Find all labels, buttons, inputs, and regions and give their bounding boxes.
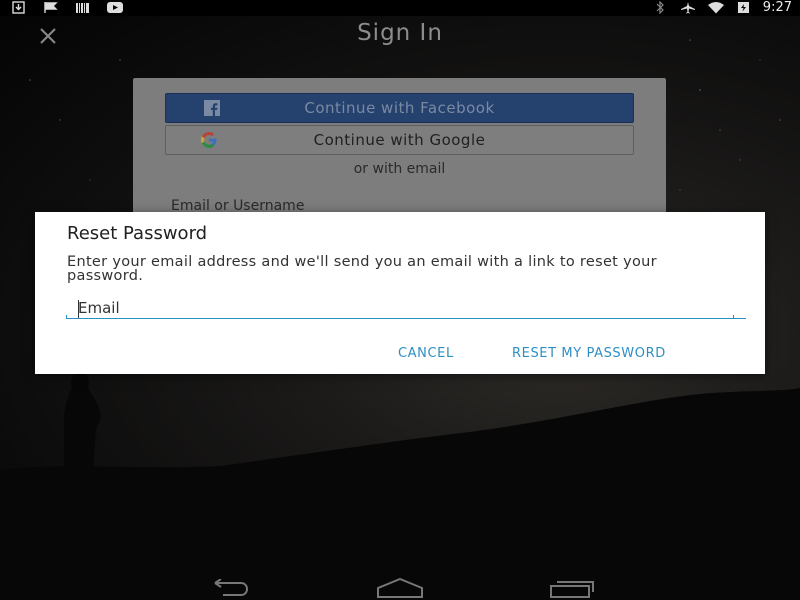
cancel-button[interactable]: CANCEL [398, 346, 454, 361]
input-underline-left-tick [66, 315, 67, 319]
input-underline-right-tick [733, 315, 734, 319]
reset-password-dialog: Reset Password Enter your email address … [35, 212, 765, 374]
email-input[interactable] [66, 298, 746, 319]
battery-icon [737, 2, 749, 13]
continue-facebook-label: Continue with Facebook [304, 99, 495, 117]
home-icon[interactable] [376, 578, 424, 598]
text-cursor [78, 300, 79, 318]
barcode-icon [76, 3, 89, 13]
status-time: 9:27 [762, 0, 792, 15]
navigation-bar [0, 568, 800, 600]
wifi-icon [707, 2, 724, 14]
continue-google-label: Continue with Google [313, 131, 486, 149]
bluetooth-icon [656, 1, 664, 14]
dialog-title: Reset Password [67, 223, 208, 244]
recents-icon[interactable] [549, 578, 597, 598]
reset-my-password-button[interactable]: RESET MY PASSWORD [512, 346, 666, 361]
download-icon [12, 1, 25, 14]
continue-facebook-button[interactable]: Continue with Facebook [165, 93, 634, 123]
dialog-message: Enter your email address and we'll send … [67, 254, 657, 284]
back-icon[interactable] [205, 579, 253, 597]
flag-icon [44, 2, 58, 13]
continue-google-button[interactable]: Continue with Google [165, 125, 634, 155]
youtube-icon [107, 2, 123, 13]
or-with-email-text: or with email [353, 161, 446, 177]
signin-card: Continue with Facebook Continue with Goo… [133, 78, 666, 218]
airplane-icon [680, 2, 695, 14]
page-title: Sign In [357, 20, 443, 46]
status-bar: 9:27 [0, 0, 800, 16]
